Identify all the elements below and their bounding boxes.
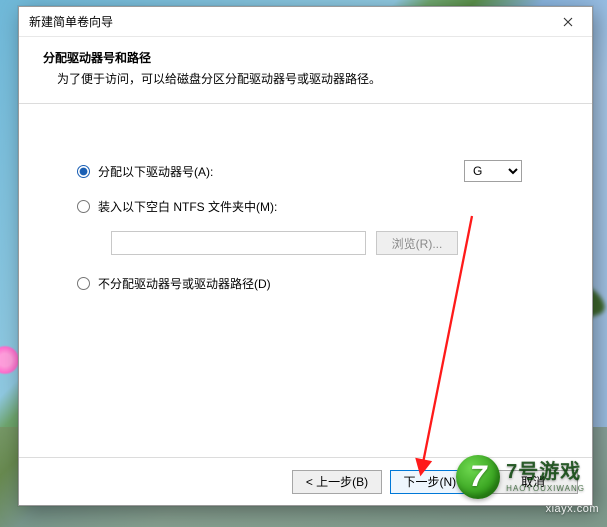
- mount-path-row: 浏览(R)...: [111, 231, 552, 255]
- browse-button: 浏览(R)...: [376, 231, 458, 255]
- assign-drive-radio[interactable]: [77, 165, 90, 178]
- close-icon: [563, 17, 573, 27]
- mount-path-input: [111, 231, 366, 255]
- drive-letter-select[interactable]: G: [464, 160, 522, 182]
- page-title: 分配驱动器号和路径: [43, 49, 568, 66]
- option-assign-row: 分配以下驱动器号(A): G: [77, 160, 552, 182]
- no-assign-radio[interactable]: [77, 277, 90, 290]
- mount-folder-label[interactable]: 装入以下空白 NTFS 文件夹中(M):: [98, 198, 277, 215]
- option-none-row: 不分配驱动器号或驱动器路径(D): [77, 275, 552, 292]
- assign-drive-label[interactable]: 分配以下驱动器号(A):: [98, 163, 213, 180]
- no-assign-label[interactable]: 不分配驱动器号或驱动器路径(D): [98, 275, 271, 292]
- back-button[interactable]: < 上一步(B): [292, 470, 382, 494]
- window-title: 新建简单卷向导: [29, 13, 546, 30]
- titlebar: 新建简单卷向导: [19, 7, 592, 37]
- watermark-url: xiayx.com: [546, 503, 599, 515]
- watermark-main-text: 7号游戏: [506, 462, 585, 482]
- watermark-logo: 7 7号游戏 HAOYOUXIWANG: [456, 455, 585, 499]
- wizard-header: 分配驱动器号和路径 为了便于访问，可以给磁盘分区分配驱动器号或驱动器路径。: [19, 37, 592, 104]
- watermark-sub-text: HAOYOUXIWANG: [506, 485, 585, 493]
- option-mount-row: 装入以下空白 NTFS 文件夹中(M):: [77, 198, 552, 215]
- watermark-badge-icon: 7: [456, 455, 500, 499]
- mount-folder-radio[interactable]: [77, 200, 90, 213]
- page-subtitle: 为了便于访问，可以给磁盘分区分配驱动器号或驱动器路径。: [57, 70, 568, 87]
- wizard-content: 分配以下驱动器号(A): G 装入以下空白 NTFS 文件夹中(M): 浏览(R…: [19, 104, 592, 457]
- close-button[interactable]: [546, 8, 590, 36]
- wizard-window: 新建简单卷向导 分配驱动器号和路径 为了便于访问，可以给磁盘分区分配驱动器号或驱…: [18, 6, 593, 506]
